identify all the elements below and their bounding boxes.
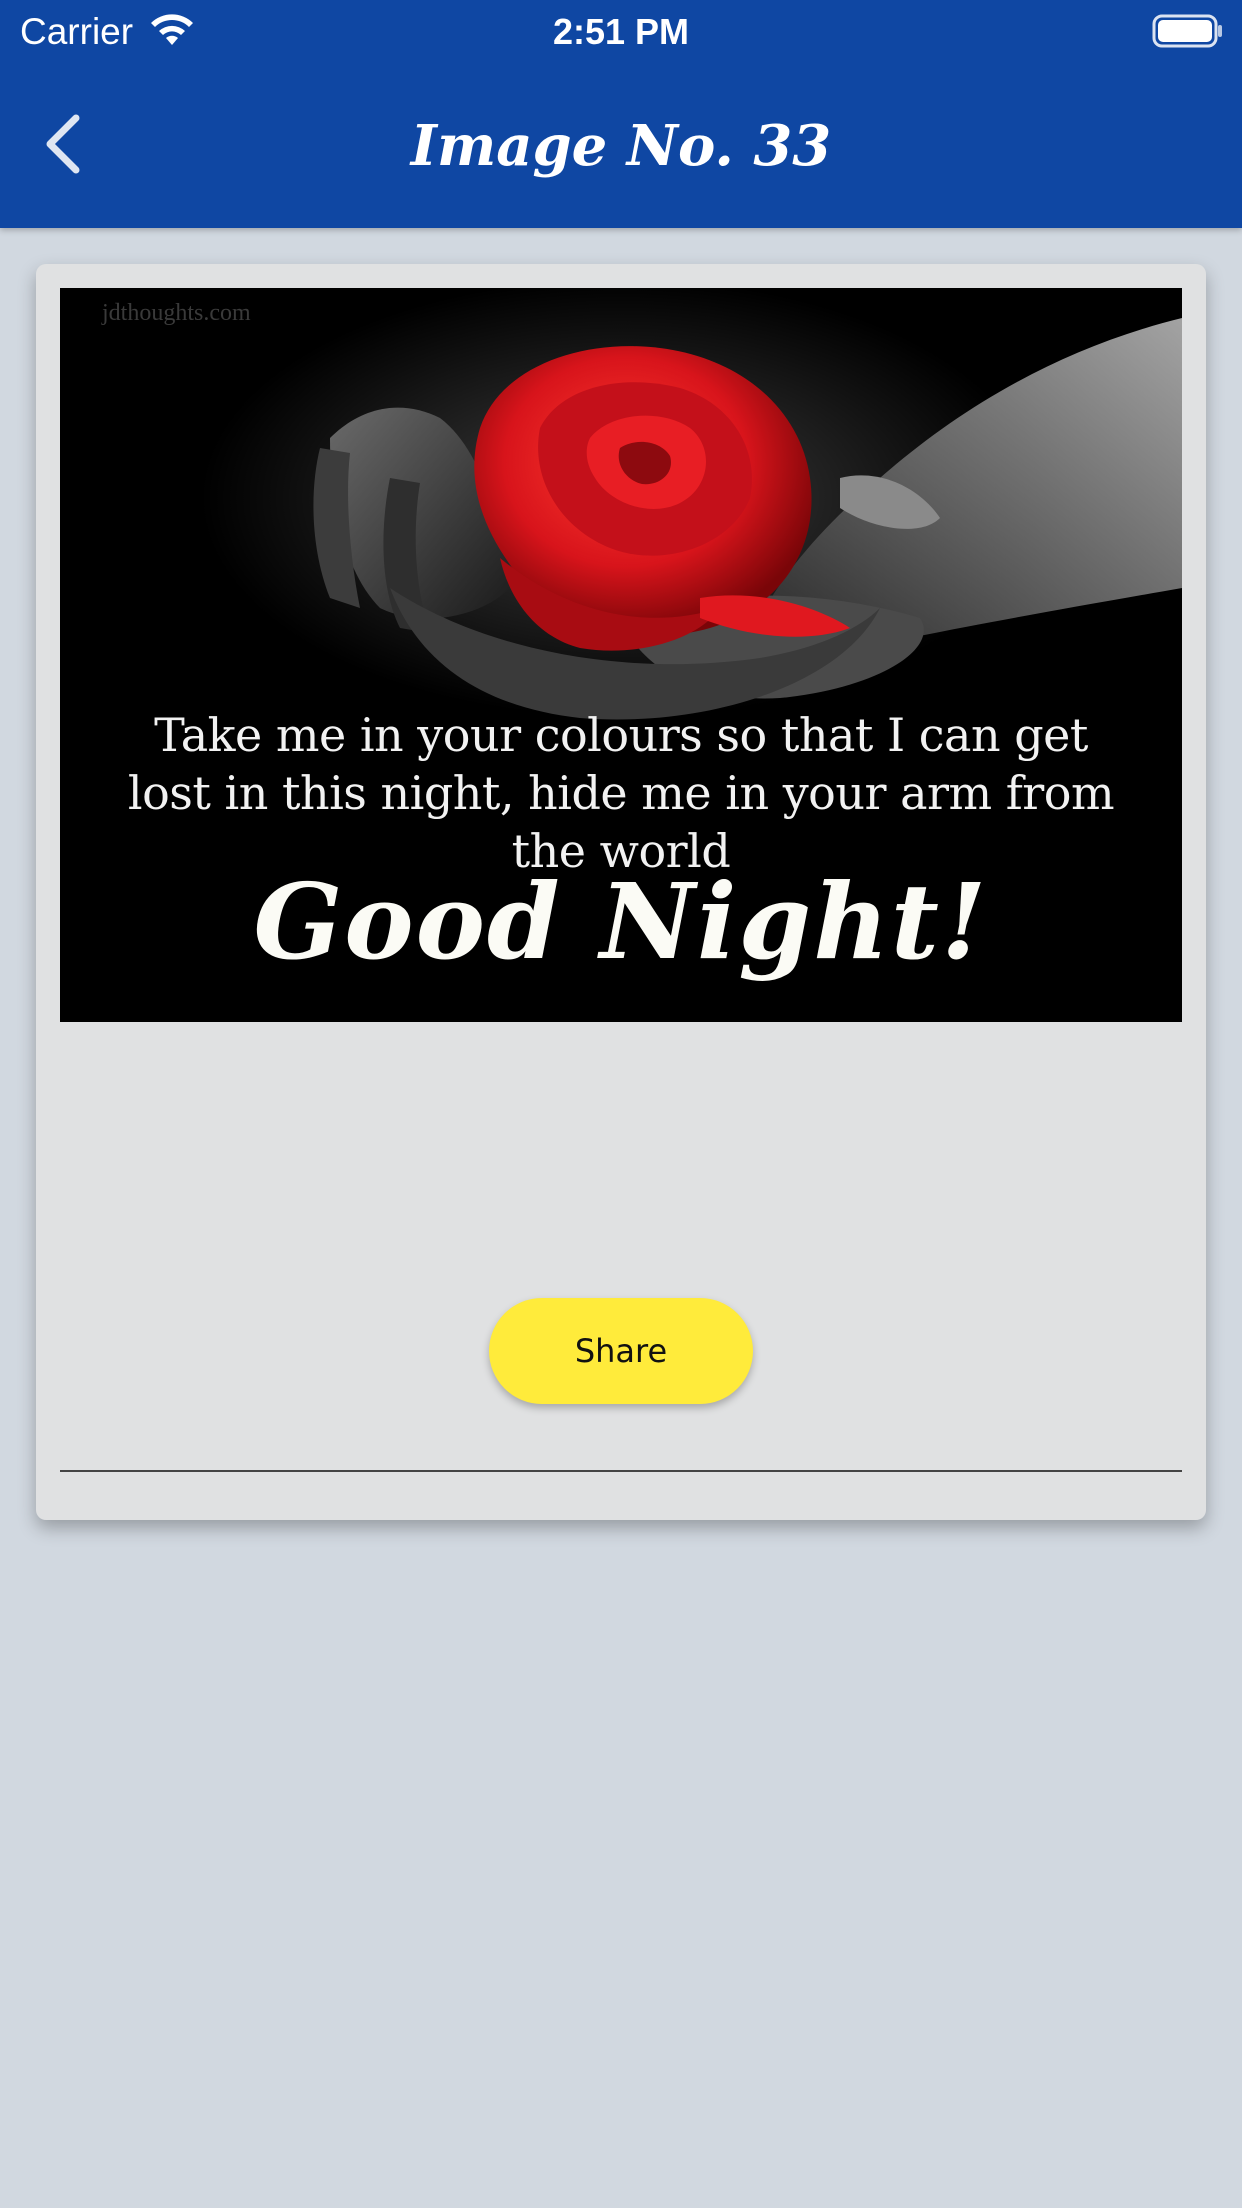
clock-time: 2:51 PM xyxy=(552,11,690,52)
image-watermark: jdthoughts.com xyxy=(102,300,251,326)
good-night-image[interactable]: jdthoughts.com Take me in your colours s… xyxy=(60,288,1182,1022)
battery-icon xyxy=(1152,14,1224,48)
image-card: jdthoughts.com Take me in your colours s… xyxy=(36,264,1206,1520)
divider xyxy=(60,1470,1182,1472)
status-bar: Carrier 2:51 PM xyxy=(0,0,1242,64)
back-button[interactable] xyxy=(40,110,90,178)
image-greeting: Good Night! xyxy=(253,860,989,983)
chevron-left-icon xyxy=(46,114,80,174)
app-bar: Carrier 2:51 PM Image No. 33 xyxy=(0,0,1242,228)
share-button[interactable]: Share xyxy=(489,1298,753,1404)
image-quote: Take me in your colours so that I can ge… xyxy=(127,708,1115,878)
page-title: Image No. 33 xyxy=(410,113,832,179)
